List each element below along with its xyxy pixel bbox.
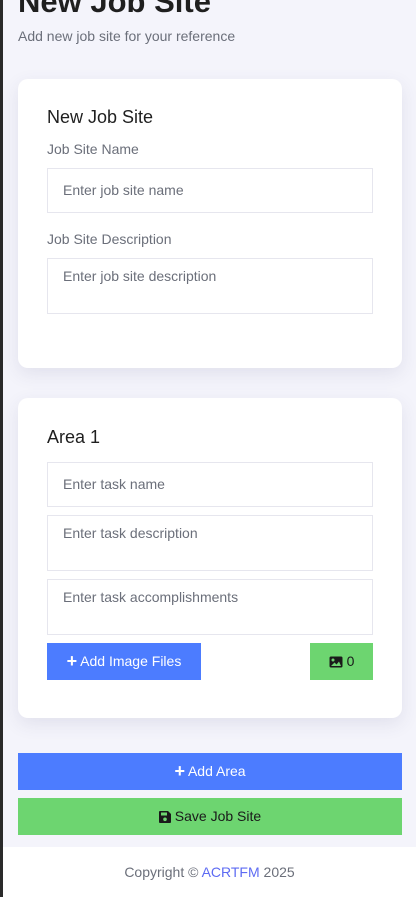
page: New Job Site Add new job site for your r… [3, 0, 416, 897]
image-count-button[interactable]: 0 [310, 643, 373, 680]
task-name-input[interactable]: Enter task name [47, 462, 373, 507]
add-area-label: Add Area [187, 763, 246, 779]
image-icon [329, 656, 343, 668]
task-description-placeholder: Enter task description [63, 525, 198, 541]
floppy-disk-icon [158, 811, 171, 823]
copyright-year: 2025 [259, 864, 295, 880]
job-site-name-label: Job Site Name [47, 141, 139, 157]
job-site-description-input[interactable]: Enter job site description [47, 258, 373, 314]
area-card-title: Area 1 [47, 427, 101, 447]
brand-link[interactable]: ACRTFM [202, 864, 260, 880]
task-accomplishments-placeholder: Enter task accomplishments [63, 589, 239, 605]
page-title: New Job Site [18, 0, 211, 19]
area-card: Area 1 Enter task name Enter task descri… [18, 398, 402, 718]
plus-icon: + [174, 761, 185, 781]
image-count: 0 [346, 653, 355, 669]
job-site-card: New Job Site Job Site Name Enter job sit… [18, 79, 402, 368]
save-job-site-label: Save Job Site [174, 808, 262, 824]
task-name-placeholder: Enter task name [63, 476, 165, 492]
task-description-input[interactable]: Enter task description [47, 515, 373, 571]
page-subtitle: Add new job site for your reference [18, 28, 236, 44]
add-image-files-label: Add Image Files [80, 653, 182, 669]
add-image-files-button[interactable]: + Add Image Files [47, 643, 201, 680]
footer: Copyright © ACRTFM 2025 [3, 847, 416, 897]
job-site-name-placeholder: Enter job site name [63, 182, 184, 198]
job-site-name-input[interactable]: Enter job site name [47, 168, 373, 213]
save-job-site-button[interactable]: Save Job Site [18, 798, 402, 835]
job-site-card-title: New Job Site [47, 107, 154, 127]
add-area-button[interactable]: + Add Area [18, 753, 402, 790]
job-site-description-placeholder: Enter job site description [63, 268, 217, 284]
plus-icon: + [66, 651, 78, 671]
job-site-description-label: Job Site Description [47, 231, 172, 247]
copyright-text: Copyright © [124, 864, 202, 880]
task-accomplishments-input[interactable]: Enter task accomplishments [47, 579, 373, 635]
